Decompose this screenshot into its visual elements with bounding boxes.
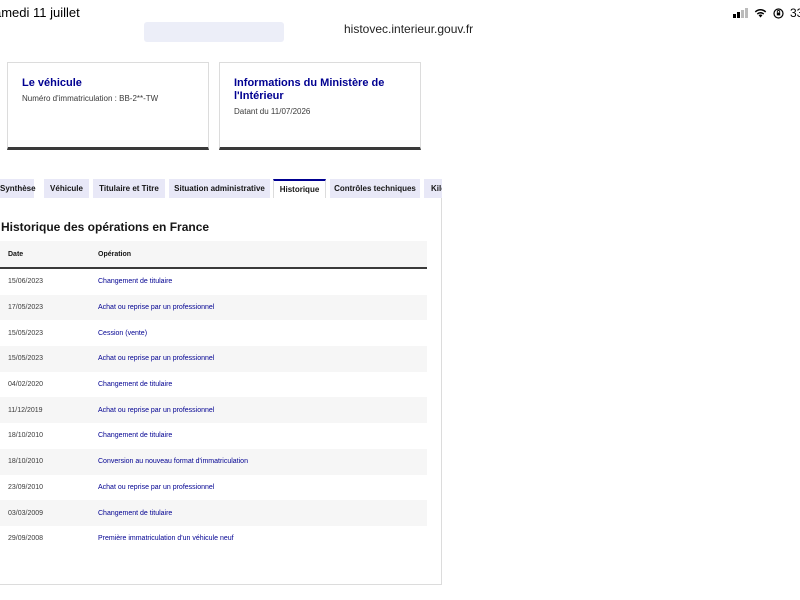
vehicle-card-title: Le véhicule	[22, 77, 82, 89]
row-operation-link[interactable]: Cession (vente)	[98, 320, 427, 346]
tab-situation[interactable]: Situation administrative	[169, 179, 270, 198]
column-header-operation: Opération	[98, 241, 427, 269]
row-operation-link[interactable]: Achat ou reprise par un professionnel	[98, 294, 427, 321]
table-row: 15/05/2023 Cession (vente)	[0, 320, 427, 346]
blurred-banner	[144, 22, 284, 42]
table-row: 11/12/2019 Achat ou reprise par un profe…	[0, 397, 427, 424]
row-date: 17/05/2023	[0, 294, 98, 321]
table-row: 23/09/2010 Achat ou reprise par un profe…	[0, 475, 427, 501]
data-date: Datant du 11/07/2026	[234, 107, 311, 116]
row-operation-link[interactable]: Changement de titulaire	[98, 268, 427, 295]
table-row: 17/05/2023 Achat ou reprise par un profe…	[0, 294, 427, 321]
table-header-row: Date Opération	[0, 241, 427, 269]
table-row: 15/06/2023 Changement de titulaire	[0, 268, 427, 295]
table-row: 03/03/2009 Changement de titulaire	[0, 500, 427, 526]
row-date: 29/09/2008	[8, 535, 44, 543]
vehicle-card: Le véhicule Numéro d'immatriculation : B…	[7, 62, 209, 150]
table-row: 04/02/2020 Changement de titulaire	[0, 372, 427, 398]
battery-level: 33	[790, 6, 800, 20]
row-date: 04/02/2020	[8, 381, 44, 389]
tab-historique[interactable]: Historique	[273, 179, 326, 198]
row-date: 11/12/2019	[0, 397, 98, 424]
ministere-card-title: Informations du Ministère de l'Intérieur	[234, 77, 385, 102]
url-domain[interactable]: histovec.interieur.gouv.fr	[344, 22, 473, 36]
status-icons: 33	[733, 6, 800, 20]
history-table: Date Opération 15/06/2023 Changement de …	[0, 241, 427, 552]
row-operation-link[interactable]: Changement de titulaire	[98, 500, 427, 526]
tab-vehicule[interactable]: Véhicule	[44, 179, 89, 198]
row-date: 03/03/2009	[0, 500, 98, 526]
column-header-date: Date	[0, 241, 98, 269]
row-date: 18/10/2010	[0, 448, 98, 475]
tab-kilometrage[interactable]: Kilométrage	[424, 179, 442, 198]
row-date: 18/10/2010	[8, 432, 44, 440]
table-row: 18/10/2010 Conversion au nouveau format …	[0, 448, 427, 475]
row-operation-link[interactable]: Première immatriculation d'un véhicule n…	[98, 526, 427, 552]
row-date: 15/05/2023	[0, 346, 98, 372]
cellular-signal-icon	[733, 8, 748, 18]
row-date: 15/06/2023	[8, 278, 44, 286]
row-operation-link[interactable]: Achat ou reprise par un professionnel	[98, 346, 427, 372]
tab-synthese[interactable]: Synthèse	[0, 179, 36, 198]
wifi-icon	[754, 9, 767, 18]
row-operation-link[interactable]: Conversion au nouveau format d'immatricu…	[98, 448, 427, 475]
registration-number: Numéro d'immatriculation : BB-2**-TW	[22, 94, 159, 103]
row-operation-link[interactable]: Changement de titulaire	[98, 423, 427, 449]
status-time: amedi 11 juillet	[0, 5, 80, 20]
tab-titulaire[interactable]: Titulaire et Titre	[93, 179, 165, 198]
row-date: 23/09/2010	[8, 483, 44, 491]
tab-controles[interactable]: Contrôles techniques	[330, 179, 420, 198]
table-row: 18/10/2010 Changement de titulaire	[0, 423, 427, 449]
row-operation-link[interactable]: Achat ou reprise par un professionnel	[98, 475, 427, 501]
ministere-card: Informations du Ministère de l'Intérieur…	[219, 62, 421, 150]
tab-bar: Synthèse Véhicule Titulaire et Titre Sit…	[0, 179, 442, 198]
screen-rotation-lock-icon	[773, 7, 784, 19]
table-row: 15/05/2023 Achat ou reprise par un profe…	[0, 346, 427, 372]
row-operation-link[interactable]: Changement de titulaire	[98, 372, 427, 398]
history-title: Historique des opérations en France	[1, 220, 210, 234]
row-operation-link[interactable]: Achat ou reprise par un professionnel	[98, 397, 427, 424]
row-date: 15/05/2023	[8, 329, 44, 337]
table-row: 29/09/2008 Première immatriculation d'un…	[0, 526, 427, 552]
